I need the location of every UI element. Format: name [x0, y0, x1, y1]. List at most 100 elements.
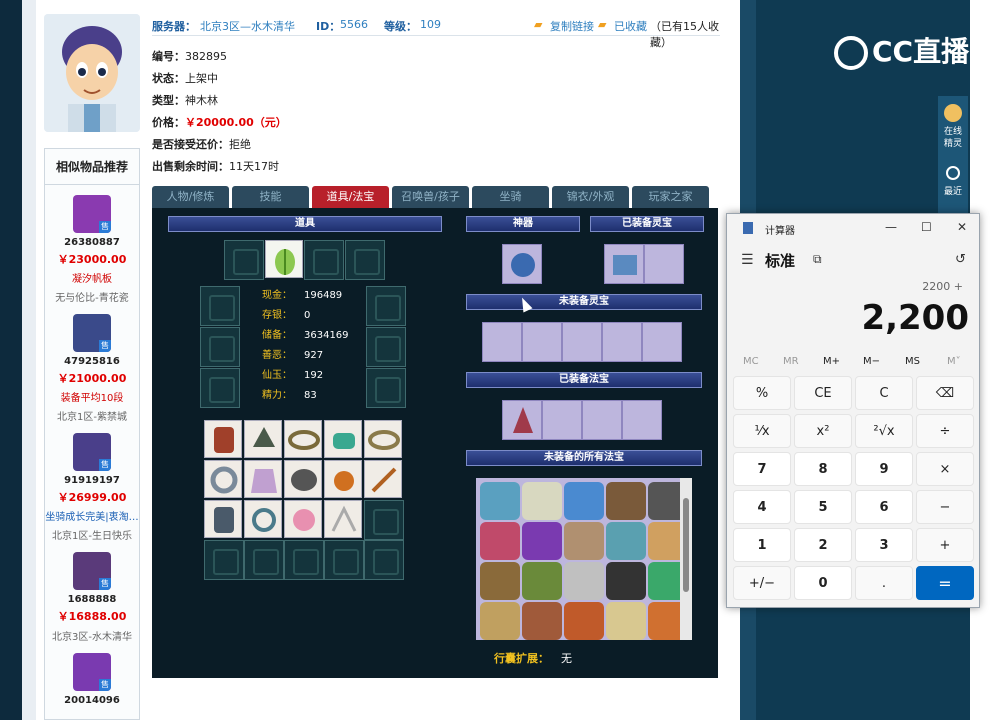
memory-list[interactable]: M˅: [947, 356, 961, 367]
equip-slot[interactable]: [345, 240, 385, 280]
key-decimal[interactable]: .: [855, 566, 913, 600]
fabao-item[interactable]: [564, 482, 604, 520]
keep-on-top-icon[interactable]: ⧉: [813, 252, 822, 267]
key-reciprocal[interactable]: ¹⁄x: [733, 414, 791, 448]
equip-slot[interactable]: [366, 286, 406, 326]
tab-outfits[interactable]: 锦衣/外观: [552, 186, 629, 208]
memory-store[interactable]: MS: [905, 356, 920, 367]
inventory-scroll-item[interactable]: [284, 460, 322, 498]
unequipped-lingbao-slot[interactable]: [642, 322, 682, 362]
recommend-item[interactable]: 售 91919197 ￥26999.00 坐骑成长完美|衷淘… 北京1区-生日快…: [45, 433, 139, 542]
key-equals[interactable]: =: [916, 566, 974, 600]
key-minus[interactable]: −: [916, 490, 974, 524]
key-six[interactable]: 6: [855, 490, 913, 524]
key-eight[interactable]: 8: [794, 452, 852, 486]
key-four[interactable]: 4: [733, 490, 791, 524]
memory-recall[interactable]: MR: [783, 356, 799, 367]
menu-icon[interactable]: ☰: [741, 252, 754, 268]
key-square[interactable]: x²: [794, 414, 852, 448]
equipped-lingbao-slot[interactable]: [604, 244, 644, 284]
tab-home[interactable]: 玩家之家: [632, 186, 709, 208]
equip-slot[interactable]: [200, 368, 240, 408]
tab-items[interactable]: 道具/法宝: [312, 186, 389, 208]
key-zero[interactable]: 0: [794, 566, 852, 600]
key-one[interactable]: 1: [733, 528, 791, 562]
equip-slot[interactable]: [304, 240, 344, 280]
unequipped-lingbao-slot[interactable]: [482, 322, 522, 362]
inventory-helmet-item[interactable]: [244, 420, 282, 458]
favorited-link[interactable]: 已收藏: [614, 18, 647, 34]
history-icon[interactable]: ↺: [955, 252, 966, 267]
inventory-armor-item[interactable]: [204, 500, 242, 538]
fabao-item[interactable]: [564, 562, 604, 600]
recommend-item[interactable]: 售 47925816 ￥21000.00 装备平均10段 北京1区-紫禁城: [45, 314, 139, 423]
equip-slot-leaf-item[interactable]: [265, 240, 303, 278]
fabao-item[interactable]: [480, 522, 520, 560]
key-divide[interactable]: ÷: [916, 414, 974, 448]
fabao-item[interactable]: [522, 562, 562, 600]
equip-slot[interactable]: [366, 327, 406, 367]
tab-character[interactable]: 人物/修炼: [152, 186, 229, 208]
memory-subtract[interactable]: M−: [863, 356, 880, 367]
tab-mounts[interactable]: 坐骑: [472, 186, 549, 208]
item-thumbnail[interactable]: 售: [73, 195, 111, 233]
memory-add[interactable]: M+: [823, 356, 840, 367]
inventory-empty-slot[interactable]: [324, 540, 364, 580]
fabao-item[interactable]: [480, 562, 520, 600]
item-thumbnail[interactable]: 售: [73, 653, 111, 691]
inventory-wand-item[interactable]: [364, 460, 402, 498]
recommend-item[interactable]: 售 1688888 ￥16888.00 北京3区-水木清华: [45, 552, 139, 643]
key-clear[interactable]: C: [855, 376, 913, 410]
inventory-fan-item[interactable]: [324, 500, 362, 538]
inventory-empty-slot[interactable]: [204, 540, 244, 580]
item-thumbnail[interactable]: 售: [73, 314, 111, 352]
key-negate[interactable]: +/−: [733, 566, 791, 600]
inventory-amulet-item[interactable]: [324, 460, 362, 498]
item-thumbnail[interactable]: 售: [73, 552, 111, 590]
inventory-armor-item[interactable]: [204, 420, 242, 458]
recommend-item[interactable]: 售 26380887 ￥23000.00 凝汐帆板 无与伦比-青花瓷: [45, 195, 139, 304]
equip-slot[interactable]: [200, 286, 240, 326]
unequipped-lingbao-slot[interactable]: [562, 322, 602, 362]
tab-pets[interactable]: 召唤兽/孩子: [392, 186, 469, 208]
fabao-item[interactable]: [564, 522, 604, 560]
fabao-scrollbar[interactable]: [680, 478, 692, 640]
fabao-item[interactable]: [606, 562, 646, 600]
inventory-belt-item[interactable]: [364, 420, 402, 458]
key-seven[interactable]: 7: [733, 452, 791, 486]
fabao-item[interactable]: [606, 482, 646, 520]
key-clear-entry[interactable]: CE: [794, 376, 852, 410]
inventory-empty-slot[interactable]: [364, 540, 404, 580]
equipped-fabao-slot[interactable]: [622, 400, 662, 440]
fabao-item[interactable]: [480, 482, 520, 520]
inventory-robe-item[interactable]: [244, 460, 282, 498]
key-square-root[interactable]: ²√x: [855, 414, 913, 448]
shenqi-slot[interactable]: [502, 244, 542, 284]
key-nine[interactable]: 9: [855, 452, 913, 486]
fabao-item[interactable]: [606, 522, 646, 560]
key-backspace[interactable]: ⌫: [916, 376, 974, 410]
minimize-icon[interactable]: —: [885, 220, 897, 234]
item-thumbnail[interactable]: 售: [73, 433, 111, 471]
inventory-boots-item[interactable]: [324, 420, 362, 458]
fabao-item[interactable]: [522, 602, 562, 640]
key-percent[interactable]: %: [733, 376, 791, 410]
fabao-item[interactable]: [606, 602, 646, 640]
inventory-empty-slot[interactable]: [364, 500, 404, 540]
inventory-flower-item[interactable]: [284, 500, 322, 538]
close-icon[interactable]: ✕: [957, 220, 967, 234]
inventory-necklace-item[interactable]: [244, 500, 282, 538]
recommend-item[interactable]: 售 20014096: [45, 653, 139, 706]
maximize-icon[interactable]: ☐: [921, 220, 932, 234]
inventory-empty-slot[interactable]: [244, 540, 284, 580]
fabao-item[interactable]: [480, 602, 520, 640]
tab-skills[interactable]: 技能: [232, 186, 309, 208]
fabao-item[interactable]: [564, 602, 604, 640]
equip-slot[interactable]: [200, 327, 240, 367]
memory-clear[interactable]: MC: [743, 356, 759, 367]
key-multiply[interactable]: ×: [916, 452, 974, 486]
key-five[interactable]: 5: [794, 490, 852, 524]
equipped-lingbao-slot[interactable]: [644, 244, 684, 284]
unequipped-lingbao-slot[interactable]: [522, 322, 562, 362]
fabao-item[interactable]: [522, 522, 562, 560]
